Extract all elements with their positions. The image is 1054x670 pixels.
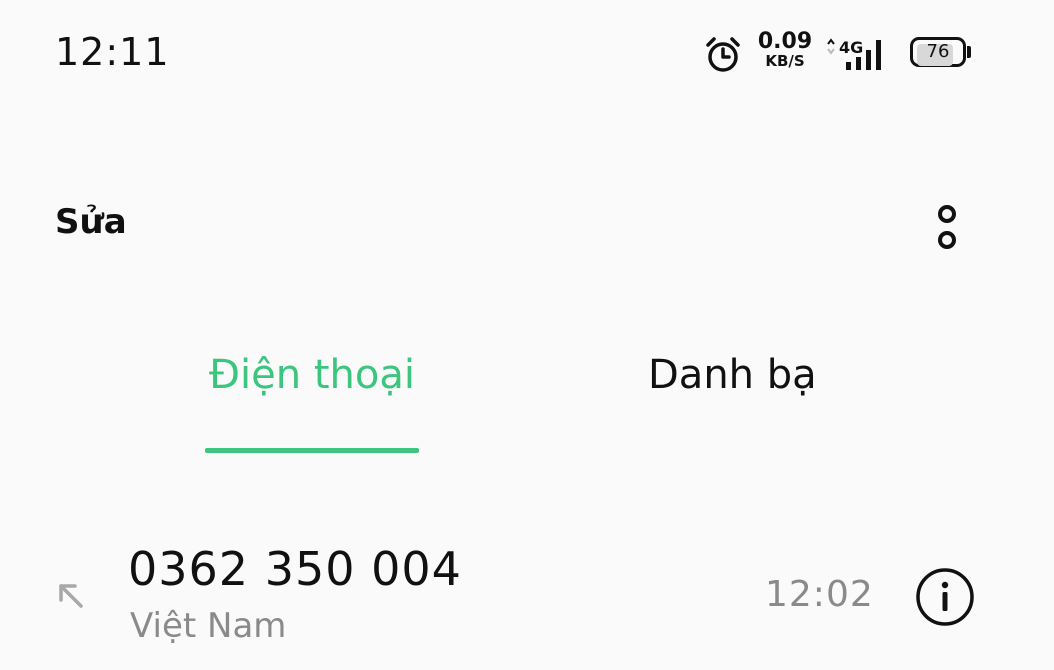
alarm-icon [706,37,740,72]
outgoing-call-icon [59,584,83,608]
status-bar: 12:11 0.09 KB/S 4G 76 [0,0,1054,110]
tab-phone[interactable]: Điện thoại [205,352,419,398]
network-speed-unit: KB/S [765,52,805,70]
tab-contacts[interactable]: Danh bạ [648,352,817,398]
call-location: Việt Nam [130,606,287,646]
edit-button[interactable]: Sửa [55,202,127,242]
more-options-icon[interactable] [925,198,969,258]
status-time: 12:11 [55,30,170,74]
call-number: 0362 350 004 [128,542,462,596]
info-icon[interactable] [915,567,975,627]
active-tab-indicator [205,448,419,453]
network-type: 4G [839,38,863,57]
network-speed-value: 0.09 [757,29,813,54]
battery-level: 76 [926,41,950,62]
network-speed: 0.09 KB/S [752,31,818,69]
battery-icon: 76 [910,37,971,69]
call-time: 12:02 [765,574,874,615]
call-log-item[interactable]: 0362 350 004 Việt Nam 12:02 [0,530,1054,670]
signal-icon: 4G [827,38,881,70]
data-transfer-icon [827,38,835,55]
